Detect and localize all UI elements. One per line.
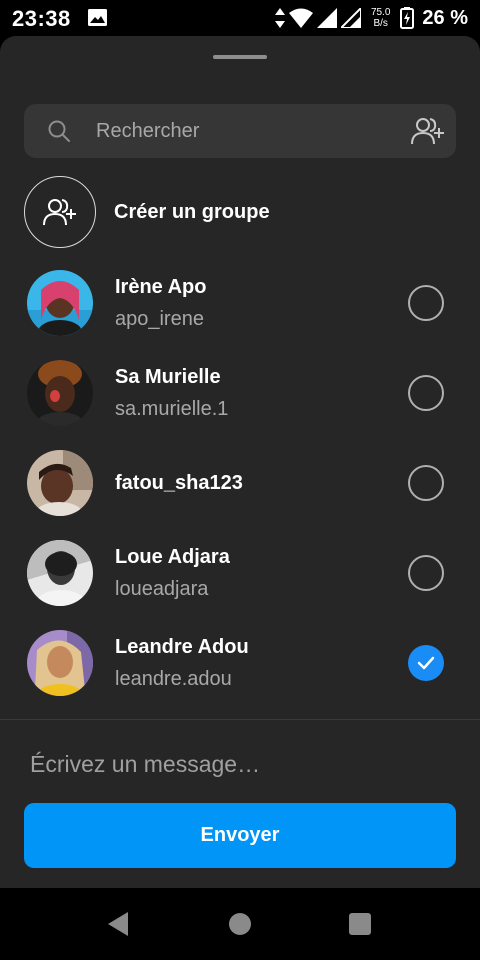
select-radio[interactable]	[408, 465, 444, 501]
contact-row[interactable]: Leandre Adou leandre.adou	[0, 618, 480, 708]
battery-charging-icon	[400, 7, 415, 29]
contact-username: sa.murielle.1	[115, 398, 229, 420]
contact-list: Irène Apo apo_irene Sa Murielle sa.murie…	[0, 258, 480, 708]
wifi-icon	[288, 8, 313, 28]
contact-name: Loue Adjara	[115, 546, 230, 568]
contact-username: loueadjara	[115, 578, 209, 600]
avatar	[27, 540, 93, 606]
back-icon[interactable]	[108, 912, 130, 936]
signal-icon	[340, 8, 361, 28]
signal-icon	[316, 8, 337, 28]
status-icons: 75.0 B/s 26 %	[274, 4, 468, 32]
create-group-label: Créer un groupe	[114, 200, 270, 223]
avatar	[27, 270, 93, 336]
share-sheet: Créer un groupe Irène Apo apo_irene Sa M…	[0, 36, 480, 888]
gallery-icon	[88, 9, 107, 26]
create-group-circle	[24, 176, 96, 248]
send-button[interactable]: Envoyer	[24, 803, 456, 868]
drag-handle[interactable]	[213, 55, 267, 59]
status-time: 23:38	[12, 6, 71, 31]
contact-row[interactable]: fatou_sha123	[0, 438, 480, 528]
avatar	[27, 630, 93, 696]
contact-names: Loue Adjara loueadjara	[115, 528, 230, 618]
status-bar: 23:38 75.0 B/s 26 %	[0, 0, 480, 36]
net-speed-unit: B/s	[373, 18, 388, 29]
contact-name: Sa Murielle	[115, 366, 221, 388]
select-radio[interactable]	[408, 285, 444, 321]
net-speed: 75.0 B/s	[371, 7, 390, 29]
select-radio-checked[interactable]	[408, 645, 444, 681]
contact-username: leandre.adou	[115, 668, 232, 690]
search-bar[interactable]	[24, 104, 456, 158]
create-group-button[interactable]: Créer un groupe	[24, 176, 456, 248]
data-arrows-icon	[274, 8, 285, 28]
message-input[interactable]	[30, 742, 450, 786]
contact-name: fatou_sha123	[115, 472, 243, 494]
battery-percent: 26 %	[422, 6, 468, 29]
system-nav-bar	[0, 888, 480, 960]
avatar	[27, 450, 93, 516]
contact-names: Irène Apo apo_irene	[115, 258, 207, 348]
contact-names: fatou_sha123	[115, 438, 243, 528]
contact-name: Irène Apo	[115, 276, 207, 298]
contact-names: Sa Murielle sa.murielle.1	[115, 348, 228, 438]
net-speed-value: 75.0	[370, 7, 391, 18]
contact-name: Leandre Adou	[115, 636, 249, 658]
select-radio[interactable]	[408, 555, 444, 591]
add-people-icon[interactable]	[410, 116, 446, 146]
contact-username: apo_irene	[115, 308, 204, 330]
checkmark-icon	[417, 656, 435, 670]
search-icon	[48, 120, 70, 142]
home-icon[interactable]	[229, 913, 251, 935]
select-radio[interactable]	[408, 375, 444, 411]
contact-names: Leandre Adou leandre.adou	[115, 618, 249, 708]
group-add-icon	[43, 199, 76, 226]
contact-row[interactable]: Sa Murielle sa.murielle.1	[0, 348, 480, 438]
contact-row[interactable]: Irène Apo apo_irene	[0, 258, 480, 348]
contact-row[interactable]: Loue Adjara loueadjara	[0, 528, 480, 618]
avatar	[27, 360, 93, 426]
divider	[0, 719, 480, 720]
search-input[interactable]	[96, 104, 396, 158]
recents-icon[interactable]	[349, 913, 371, 935]
